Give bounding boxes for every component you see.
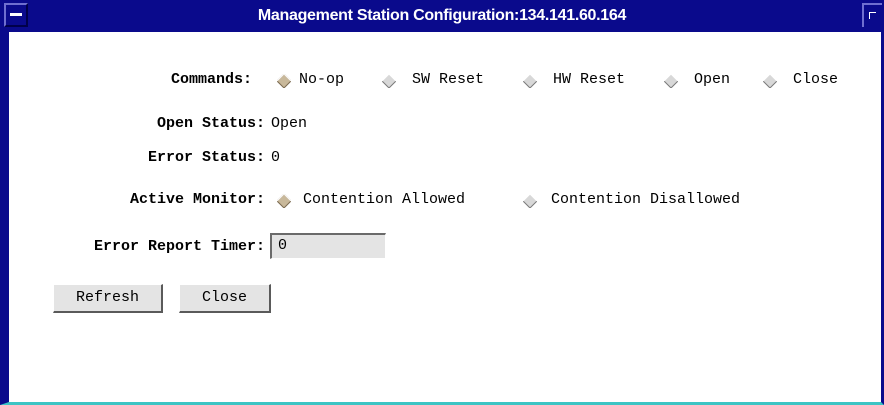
diamond-radio-unselected-icon bbox=[523, 74, 537, 88]
diamond-radio-selected-icon bbox=[277, 74, 291, 88]
radio-label: Contention Allowed bbox=[303, 191, 466, 208]
title-bar[interactable]: Management Station Configuration:134.141… bbox=[0, 0, 884, 32]
diamond-radio-unselected-icon bbox=[382, 74, 396, 88]
diamond-radio-unselected-icon bbox=[664, 74, 678, 88]
open-status-value: Open bbox=[271, 115, 308, 132]
radio-command-no-op[interactable]: No-op bbox=[277, 70, 357, 90]
radio-command-hw-reset[interactable]: HW Reset bbox=[523, 70, 643, 90]
radio-label: Open bbox=[694, 71, 731, 88]
close-button[interactable]: Close bbox=[179, 284, 271, 313]
refresh-button[interactable]: Refresh bbox=[53, 284, 163, 313]
radio-label: Contention Disallowed bbox=[551, 191, 741, 208]
radio-label: SW Reset bbox=[412, 71, 485, 88]
window-title: Management Station Configuration:134.141… bbox=[257, 7, 627, 24]
radio-command-close[interactable]: Close bbox=[763, 70, 853, 90]
error-report-timer-input[interactable]: 0 bbox=[270, 233, 386, 259]
radio-command-open[interactable]: Open bbox=[664, 70, 744, 90]
radio-contention-allowed[interactable]: Contention Allowed bbox=[277, 190, 507, 210]
radio-command-sw-reset[interactable]: SW Reset bbox=[382, 70, 502, 90]
error-status-label: Error Status: bbox=[147, 149, 265, 166]
active-monitor-label: Active Monitor: bbox=[129, 191, 265, 208]
diamond-radio-unselected-icon bbox=[523, 194, 537, 208]
radio-contention-disallowed[interactable]: Contention Disallowed bbox=[523, 190, 793, 210]
diamond-radio-selected-icon bbox=[277, 194, 291, 208]
radio-label: HW Reset bbox=[553, 71, 626, 88]
error-status-value: 0 bbox=[271, 149, 281, 166]
open-status-label: Open Status: bbox=[156, 115, 265, 132]
diamond-radio-unselected-icon bbox=[763, 74, 777, 88]
radio-label: No-op bbox=[299, 71, 345, 88]
error-report-timer-label: Error Report Timer: bbox=[93, 238, 265, 255]
resize-corner-icon[interactable] bbox=[862, 3, 882, 27]
radio-label: Close bbox=[793, 71, 839, 88]
commands-label: Commands: bbox=[170, 71, 252, 88]
